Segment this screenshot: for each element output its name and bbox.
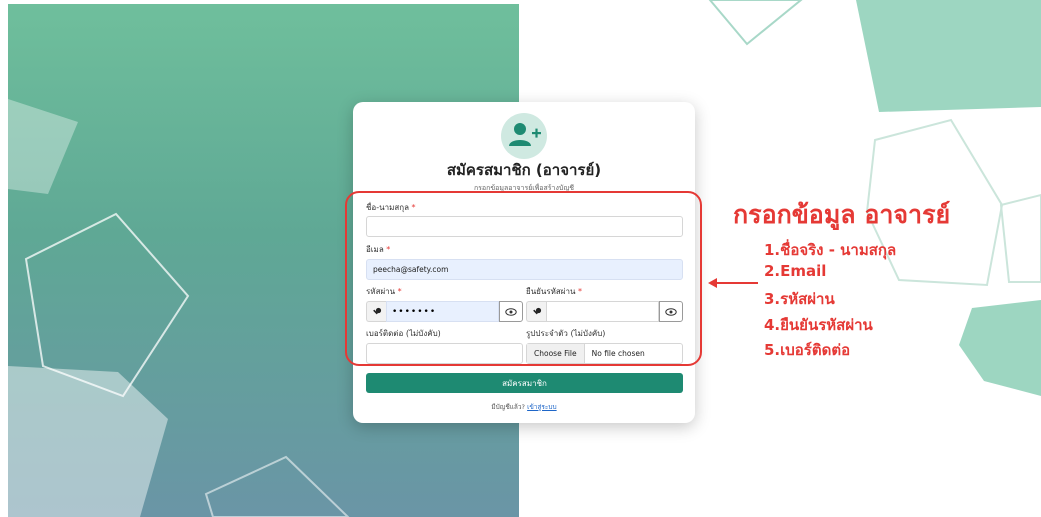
login-prompt-row: มีบัญชีแล้ว? เข้าสู่ระบบ — [353, 402, 695, 412]
annotation-title: กรอกข้อมูล อาจารย์ — [733, 200, 951, 229]
screenshot-stage: สมัครสมาชิก (อาจารย์) กรอกข้อมูลอาจารย์เ… — [0, 0, 1041, 517]
arrow-line — [716, 282, 758, 284]
annotation-item: 4.ยืนยันรหัสผ่าน — [764, 316, 873, 334]
annotation-item: 2.Email — [764, 262, 827, 280]
user-plus-icon — [501, 113, 547, 159]
page-title: สมัครสมาชิก (อาจารย์) — [446, 161, 602, 179]
submit-button[interactable]: สมัครสมาชิก — [366, 373, 683, 393]
login-prompt: มีบัญชีแล้ว? — [491, 403, 526, 411]
login-link[interactable]: เข้าสู่ระบบ — [527, 403, 557, 411]
annotation-item: 1.ชื่อจริง - นามสกุล — [764, 241, 897, 259]
annotation-item: 5.เบอร์ติดต่อ — [764, 341, 851, 359]
annotation-item: 3.รหัสผ่าน — [764, 290, 835, 308]
form-highlight-box — [345, 191, 702, 366]
